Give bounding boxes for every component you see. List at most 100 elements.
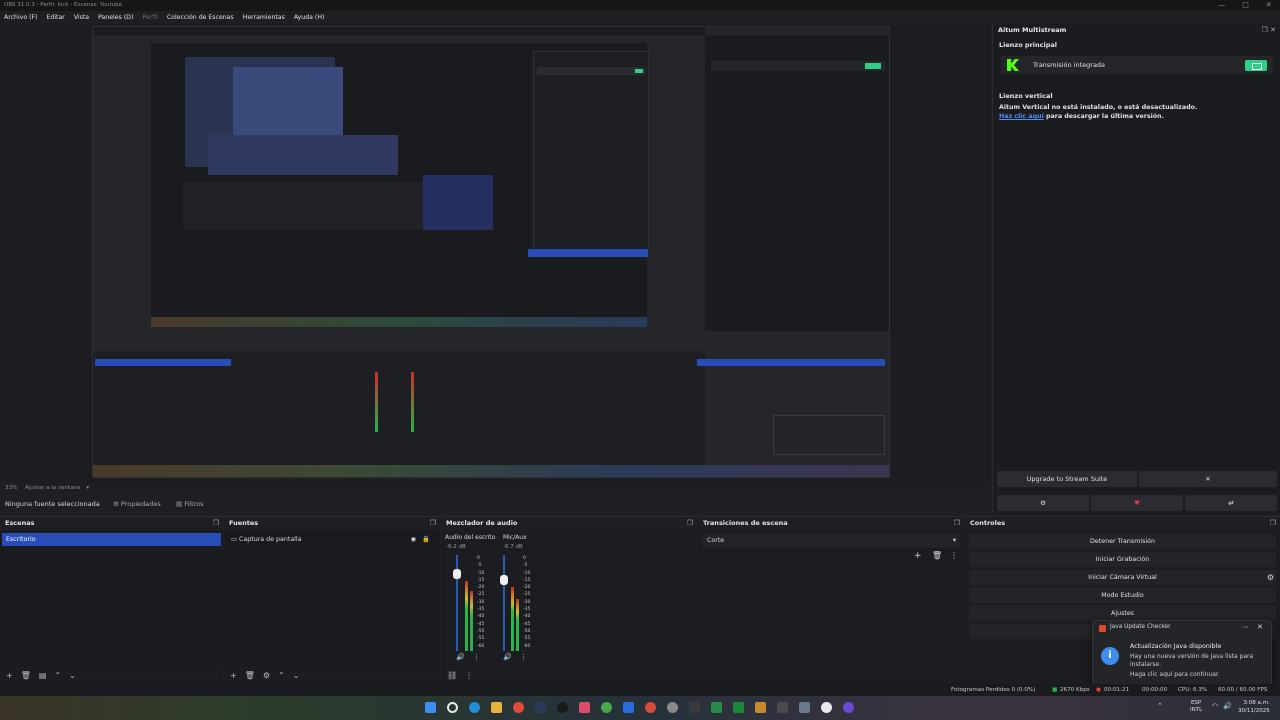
stop-streaming-button[interactable]: Detener Transmisión (969, 534, 1276, 549)
menu-profile[interactable]: Perfil (142, 11, 157, 24)
trash-icon[interactable]: 🗑 (21, 671, 31, 680)
up-icon[interactable]: ⌃ (54, 671, 61, 680)
zoom-select[interactable]: Ajustar a la ventana (25, 485, 80, 491)
nested-toggle (635, 69, 643, 73)
studio-mode-button[interactable]: Modo Estudio (969, 588, 1276, 603)
music-icon[interactable] (579, 702, 590, 713)
float-icon[interactable]: ❐ (430, 517, 436, 530)
speaker-icon[interactable]: 🔊 (456, 653, 465, 661)
down-icon[interactable]: ⌄ (69, 671, 76, 680)
float-icon[interactable]: ❐ (1262, 26, 1268, 34)
heart-icon[interactable]: ♥ (1091, 495, 1183, 511)
db-tick: -5 (523, 563, 528, 569)
more-icon[interactable]: ⋮ (520, 653, 527, 661)
nvidia-icon[interactable] (711, 702, 722, 713)
db-tick: -20 (523, 585, 531, 591)
close-dock-icon[interactable]: ✕ (1270, 26, 1276, 34)
transition-select[interactable]: Corte ▾ (702, 534, 960, 548)
close-icon[interactable]: ✕ (1266, 0, 1272, 11)
windows-start-icon[interactable] (425, 702, 436, 713)
link-icon[interactable]: ⛓ (447, 671, 457, 680)
trash-icon[interactable]: 🗑 (932, 551, 942, 560)
gear-icon[interactable]: ⚙ (263, 671, 270, 680)
app-icon[interactable] (733, 702, 744, 713)
menu-tools[interactable]: Herramientas (243, 11, 285, 24)
source-item[interactable]: ▭ Captura de pantalla ◉ 🔒 (226, 533, 438, 546)
language-indicator[interactable]: ESP INTL (1190, 700, 1202, 714)
more-icon[interactable]: ⋯ (1242, 623, 1249, 631)
epic-icon[interactable] (557, 702, 568, 713)
terminal-icon[interactable] (777, 702, 788, 713)
chevron-up-icon[interactable]: ⌃ (1157, 702, 1163, 710)
db-scale: 0 -5 -10 -15 -20 -25 -30 -35 -40 -45 -50 -55 -60 (477, 555, 484, 650)
eye-icon[interactable]: ◉ (411, 533, 417, 546)
chevron-down-icon[interactable]: ▾ (86, 485, 89, 491)
volume-icon[interactable]: 🔊 (1223, 702, 1232, 710)
steam-icon[interactable] (535, 702, 546, 713)
edge-icon[interactable] (469, 702, 480, 713)
more-icon[interactable]: ⋮ (473, 653, 480, 661)
add-icon[interactable]: + (914, 551, 922, 561)
vertical-link[interactable]: Haz clic aquí (999, 113, 1044, 120)
speaker-icon[interactable]: 🔊 (503, 653, 512, 661)
volume-handle-1[interactable] (453, 569, 461, 579)
float-icon[interactable]: ❐ (1270, 517, 1276, 530)
volume-handle-2[interactable] (500, 575, 508, 585)
filters-button[interactable]: ▤ Filtros (176, 496, 204, 512)
gear-icon[interactable]: ⚙ (997, 495, 1089, 511)
maximize-icon[interactable]: □ (1242, 0, 1249, 11)
discord-icon[interactable] (843, 702, 854, 713)
clock[interactable]: 3:08 a.m. 30/11/2025 (1238, 699, 1270, 715)
gear-icon[interactable]: ⚙ (1267, 573, 1274, 582)
close-icon[interactable]: ✕ (1257, 623, 1263, 631)
settings-button[interactable]: Ajustes (969, 606, 1276, 621)
more-icon[interactable]: ⋮ (465, 671, 473, 680)
vscode-icon[interactable] (623, 702, 634, 713)
toast-action[interactable]: Haga clic aquí para continuar. (1130, 671, 1220, 678)
app-icon[interactable] (799, 702, 810, 713)
menu-help[interactable]: Ayuda (H) (294, 11, 325, 24)
start-recording-button[interactable]: Iniciar Grabación (969, 552, 1276, 567)
preview-canvas[interactable] (92, 26, 890, 478)
xbox-icon[interactable] (601, 702, 612, 713)
db-tick: -30 (477, 599, 485, 605)
float-icon[interactable]: ❐ (213, 517, 219, 530)
scene-item[interactable]: Escritorio (2, 533, 221, 546)
obs-icon[interactable] (667, 702, 678, 713)
menu-docks[interactable]: Paneles (D) (98, 11, 133, 24)
menu-view[interactable]: Vista (74, 11, 89, 24)
menu-scene-collection[interactable]: Colección de Escenas (167, 11, 234, 24)
properties-button[interactable]: ⚙ Propiedades (113, 496, 161, 512)
sources-footer: + 🗑 ⚙ ⌃ ⌄ (224, 666, 440, 684)
upgrade-close-button[interactable]: ✕ (1139, 471, 1277, 487)
nested-preview-deep (233, 67, 343, 135)
wifi-icon[interactable]: ◠ (1212, 702, 1218, 710)
volume-slider-2[interactable] (503, 555, 505, 651)
down-icon[interactable]: ⌄ (293, 671, 300, 680)
add-icon[interactable]: + (6, 671, 13, 680)
output-toggle[interactable] (1245, 60, 1267, 71)
folder-icon[interactable] (491, 702, 502, 713)
more-icon[interactable]: ⋮ (950, 551, 958, 560)
upgrade-button[interactable]: Upgrade to Stream Suite (997, 471, 1137, 487)
trash-icon[interactable]: 🗑 (245, 671, 255, 680)
notification-toast[interactable]: Java Update Checker ⋯ ✕ i Actualización … (1092, 620, 1272, 686)
start-virtual-camera-button[interactable]: Iniciar Cámara Virtual (969, 570, 1276, 585)
up-icon[interactable]: ⌃ (278, 671, 285, 680)
float-icon[interactable]: ❐ (687, 517, 693, 530)
share-icon[interactable]: ⇄ (1185, 495, 1277, 511)
lock-icon[interactable]: 🔒 (422, 533, 430, 546)
add-icon[interactable]: + (230, 671, 237, 680)
bitrate: 2670 Kbps (1060, 687, 1090, 693)
filter-icon[interactable]: ▤ (39, 671, 47, 680)
search-icon[interactable] (447, 702, 458, 713)
float-icon[interactable]: ❐ (954, 517, 960, 530)
app-icon[interactable] (821, 702, 832, 713)
app-icon[interactable] (645, 702, 656, 713)
app-icon[interactable] (689, 702, 700, 713)
chrome-icon[interactable] (513, 702, 524, 713)
minimize-icon[interactable]: — (1218, 0, 1225, 11)
menu-edit[interactable]: Editar (46, 11, 64, 24)
menu-file[interactable]: Archivo (F) (4, 11, 37, 24)
app-icon[interactable] (755, 702, 766, 713)
